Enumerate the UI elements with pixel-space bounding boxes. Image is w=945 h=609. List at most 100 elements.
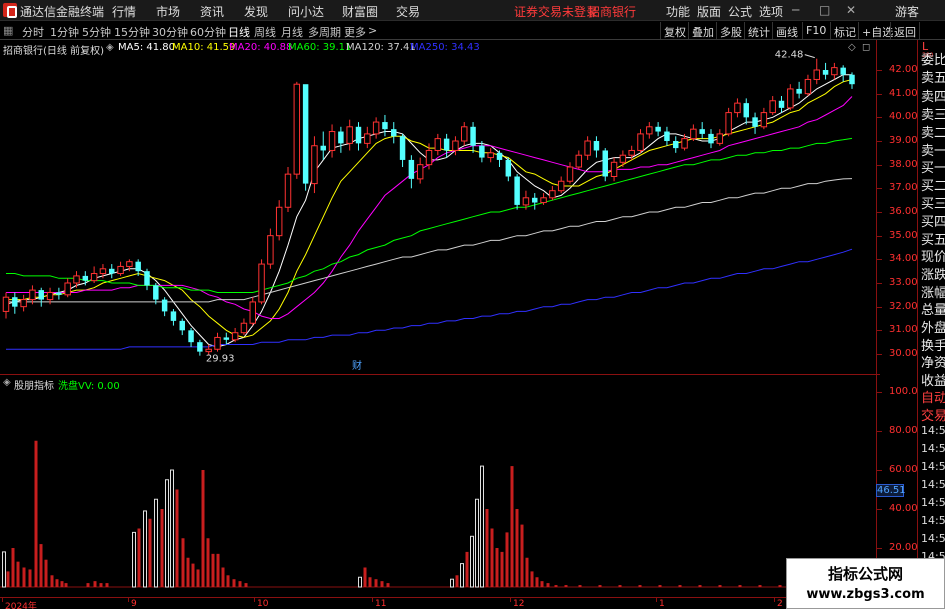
candle-body <box>73 275 80 284</box>
sub-bar <box>778 585 782 587</box>
candle-body <box>787 88 794 109</box>
date-tick-label: 11 <box>375 599 387 609</box>
quote-label[interactable]: 总量 <box>921 299 945 318</box>
quote-label[interactable]: 委比 <box>921 49 945 68</box>
sub-bar <box>495 548 499 587</box>
sub-bar <box>460 563 464 588</box>
candle-body <box>214 336 221 350</box>
ma-line-ma10 <box>6 79 853 338</box>
candle-body <box>734 102 741 114</box>
quote-label[interactable]: 自动 <box>921 387 945 406</box>
candle-body <box>231 332 239 341</box>
price-tick-label: 34.00 <box>889 253 918 265</box>
price-tick <box>877 259 882 261</box>
candle-body <box>188 330 194 343</box>
candle-body <box>20 299 27 308</box>
price-tick <box>877 141 882 142</box>
candle-body <box>496 152 503 160</box>
candle-body <box>408 159 415 179</box>
candle-body <box>267 235 274 265</box>
ma-line-ma20 <box>6 96 853 319</box>
quote-label[interactable]: 外盘 <box>921 317 945 336</box>
sub-bar <box>530 571 534 587</box>
date-tick <box>372 598 373 602</box>
quote-label[interactable]: 涨跌 <box>921 264 945 283</box>
sub-bar <box>475 498 479 588</box>
candle-body <box>12 297 18 307</box>
candle-body <box>610 161 618 178</box>
candle-body <box>372 121 380 135</box>
sub-bar <box>738 585 742 587</box>
settings-diamond-icon[interactable]: ◈ <box>3 377 11 388</box>
candle-body <box>328 131 336 151</box>
sub-bar <box>490 528 494 587</box>
sub-indicator-value: 洗盘VV: 0.00 <box>58 381 120 392</box>
candle-body <box>840 67 846 75</box>
sub-bar <box>638 585 642 587</box>
quote-label[interactable]: 卖三 <box>921 104 945 123</box>
trade-time: 14:56 <box>921 442 945 455</box>
button-back[interactable]: 返回 <box>890 22 920 39</box>
candle-body <box>135 261 141 272</box>
price-tick <box>877 235 882 237</box>
sub-bar <box>244 583 248 587</box>
sub-bar <box>181 538 185 587</box>
candle-body <box>90 273 98 282</box>
candle-body <box>249 301 256 324</box>
quote-label[interactable]: 买二 <box>921 175 945 194</box>
price-tick <box>877 283 882 284</box>
sub-bar <box>618 585 622 587</box>
candle-body <box>699 129 705 134</box>
user-guest[interactable]: 游客 <box>895 3 919 20</box>
sub-bar <box>39 544 43 587</box>
sub-bar <box>698 585 702 587</box>
candle-body <box>144 271 150 286</box>
price-tick-label: 40.00 <box>889 111 918 123</box>
price-tick <box>877 330 882 332</box>
date-tick <box>774 598 775 602</box>
quote-label[interactable]: 卖四 <box>921 86 945 105</box>
watermark-line1: 指标公式网 <box>827 565 903 583</box>
date-tick <box>510 598 511 602</box>
price-tick <box>877 164 882 166</box>
sub-bar <box>358 576 362 588</box>
sub-bar <box>465 551 469 587</box>
sub-tick <box>877 548 882 549</box>
sub-tick-label: 20.00 <box>889 542 918 553</box>
sub-bar <box>50 575 54 587</box>
low-price-label: 29.93 <box>206 354 235 365</box>
candle-body <box>258 263 265 303</box>
sub-indicator-title[interactable]: 股朋指标 <box>14 377 54 392</box>
quote-label[interactable]: 净资 <box>921 352 945 371</box>
candle-body <box>109 268 115 274</box>
quote-label[interactable]: 买一 <box>921 157 945 176</box>
sub-bar <box>598 585 602 587</box>
sub-bar <box>175 489 179 587</box>
quote-label[interactable]: 卖五 <box>921 67 945 86</box>
candle-body <box>673 141 679 149</box>
event-marker: 财 <box>352 359 362 372</box>
sub-tick <box>877 392 882 393</box>
sub-chart-info: ◈ 股朋指标 洗盘VV: 0.00 <box>0 374 880 392</box>
high-arrow <box>804 54 815 59</box>
sub-tick <box>877 470 882 471</box>
kline-chart[interactable]: 42.48 29.93 财 <box>0 0 876 597</box>
date-axis: 2024年 9 10 11 12 1 2 <box>0 597 876 609</box>
quote-label[interactable]: 买三 <box>921 193 945 212</box>
sub-bar <box>170 469 174 588</box>
candle-body <box>364 133 371 144</box>
quote-label[interactable]: 卖二 <box>921 122 945 141</box>
candle-body <box>161 299 168 312</box>
candle-body <box>311 145 318 185</box>
candle-body <box>681 138 688 149</box>
sub-bar <box>515 509 519 587</box>
date-tick <box>656 598 657 602</box>
quote-label[interactable]: 交易 <box>921 405 945 424</box>
candle-body <box>223 337 230 340</box>
quote-label[interactable]: 买四 <box>921 211 945 230</box>
quote-label[interactable]: 现价 <box>921 246 945 265</box>
sub-bar <box>86 583 90 587</box>
sub-bar <box>34 440 38 587</box>
ma-line-ma5 <box>5 74 852 348</box>
sub-bar <box>191 563 195 587</box>
